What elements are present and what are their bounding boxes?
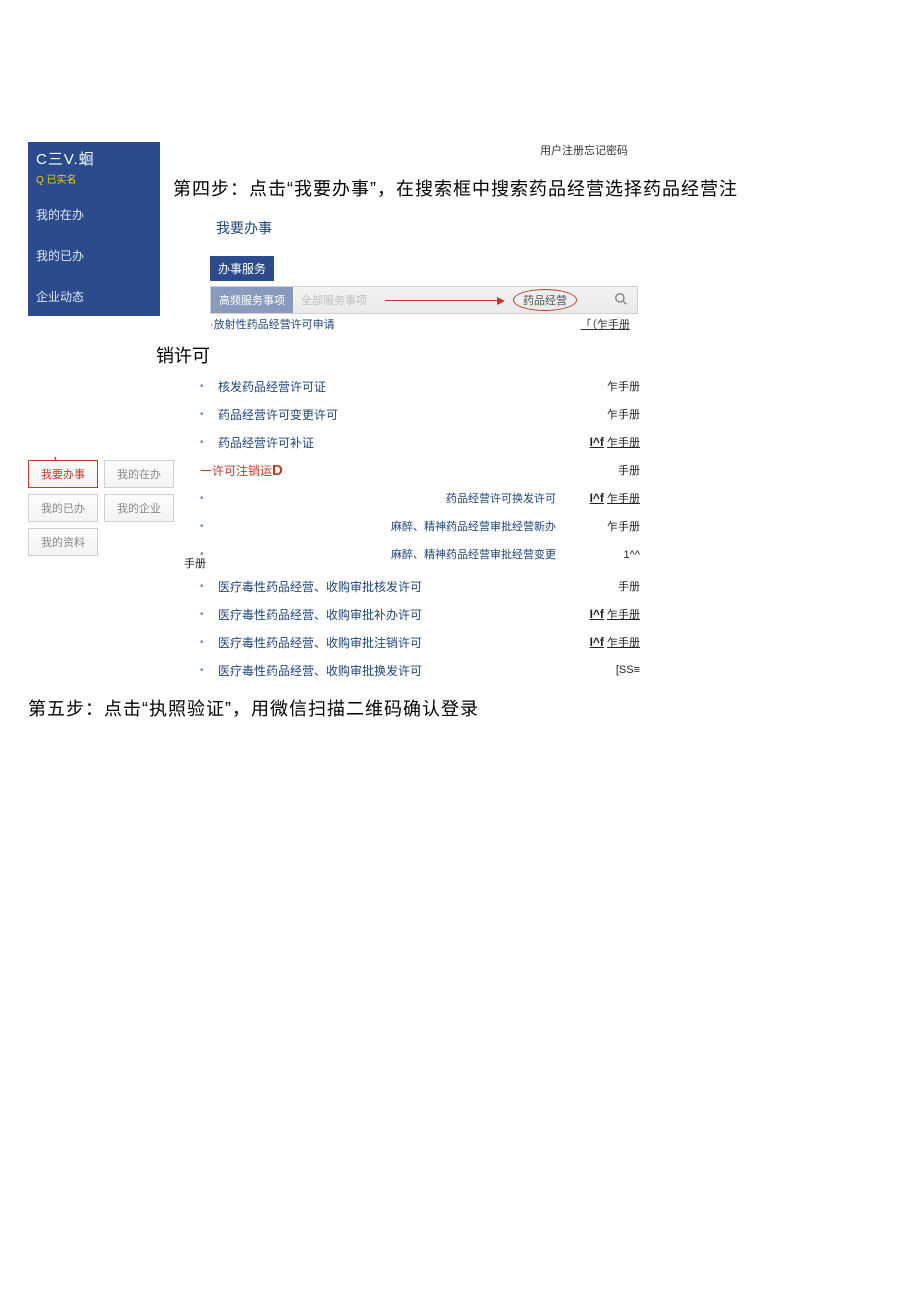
tab-woyao[interactable]: 我要办事 (28, 460, 98, 488)
service-item[interactable]: 医疗毒性药品经营、收购审批补办许可 (218, 606, 560, 623)
manual-link[interactable]: 手册 (283, 462, 640, 478)
search-icon[interactable] (605, 292, 637, 309)
bullet-icon: • (200, 381, 218, 392)
service-item[interactable]: 医疗毒性药品经营、收购审批注销许可 (218, 634, 560, 651)
i-want-service-title: 我要办事 (216, 218, 272, 238)
service-tab[interactable]: 办事服务 (210, 256, 274, 281)
all-tab[interactable]: 全部服务事项 (293, 292, 375, 308)
service-item[interactable]: 医疗毒性药品经营、收购审批换发许可 (218, 662, 560, 679)
manual-link[interactable]: I^f 乍手册 (560, 434, 640, 450)
realname-badge: Q 已实名 (28, 171, 160, 194)
service-item[interactable]: 医疗毒性药品经营、收购审批核发许可 (218, 578, 560, 595)
bullet-icon: • (200, 581, 218, 592)
manual-link[interactable]: 「（乍手册 (581, 316, 631, 332)
service-item[interactable]: 药品经营许可变更许可 (218, 406, 560, 423)
tab-yiban[interactable]: 我的已办 (28, 494, 98, 522)
bullet-icon: • (200, 609, 218, 620)
bullet-icon: • (200, 409, 218, 420)
manual-label: 手册 (184, 555, 206, 571)
manual-link[interactable]: 乍手册 (560, 378, 640, 394)
freq-tab[interactable]: 高频服务事项 (211, 287, 293, 313)
cancel-license-heading: 销许可 (156, 342, 210, 368)
radio-item-label[interactable]: ·放射性药品经营许可申请 (210, 316, 335, 332)
service-item-list: • 核发药品经营许可证 乍手册 • 药品经营许可变更许可 乍手册 • 药品经营许… (200, 372, 640, 568)
bullet-icon: • (200, 437, 218, 448)
top-links[interactable]: 用户注册忘记密码 (540, 142, 628, 158)
tab-ziliao[interactable]: 我的资料 (28, 528, 98, 556)
sidebar-brand: C三V.蛔 (28, 142, 160, 171)
manual-link[interactable]: [SS≡ (560, 664, 640, 676)
manual-link[interactable]: I^f 乍手册 (560, 606, 640, 622)
annotation-arrow (375, 300, 513, 301)
tab-zaib[interactable]: 我的在办 (104, 460, 174, 488)
sidebar: C三V.蛔 Q 已实名 我的在办 我的已办 企业动态 (28, 142, 160, 316)
search-bar: 高频服务事项 全部服务事项 药品经营 (210, 286, 638, 314)
manual-link[interactable]: 乍手册 (560, 518, 640, 534)
manual-link[interactable]: 1^^ (560, 549, 640, 561)
service-item[interactable]: 麻醉、精神药品经营审批经营新办 (391, 518, 556, 534)
service-item[interactable]: 麻醉、精神药品经营审批经营变更 (391, 546, 556, 562)
radio-sub-line: ·放射性药品经营许可申请 「（乍手册 (210, 316, 630, 332)
search-term-circled: 药品经营 (513, 289, 577, 311)
step5-instruction: 第五步：点击“执照验证”，用微信扫描二维码确认登录 (28, 695, 479, 721)
sidebar-item-dongtai[interactable]: 企业动态 (28, 276, 160, 317)
manual-link[interactable]: 乍手册 (560, 406, 640, 422)
manual-link[interactable]: 手册 (560, 578, 640, 594)
service-item[interactable]: 核发药品经营许可证 (218, 378, 560, 395)
service-item[interactable]: 药品经营许可补证 (218, 434, 560, 451)
tab-grid-screenshot: 我要办事 我的在办 我的已办 我的企业 我的资料 (28, 460, 183, 562)
service-item-list-2: • 医疗毒性药品经营、收购审批核发许可 手册 • 医疗毒性药品经营、收购审批补办… (200, 572, 640, 684)
bullet-icon: • (200, 637, 218, 648)
cancel-line: 一许可注销运D (200, 462, 283, 479)
bullet-icon: • (200, 665, 218, 676)
tab-qiye[interactable]: 我的企业 (104, 494, 174, 522)
manual-link[interactable]: I^f 乍手册 (560, 634, 640, 650)
step4-instruction: 第四步：点击“我要办事”，在搜索框中搜索药品经营选择药品经营注 (173, 175, 738, 201)
sidebar-item-zaib[interactable]: 我的在办 (28, 194, 160, 235)
sidebar-item-yiban[interactable]: 我的已办 (28, 235, 160, 276)
service-item[interactable]: 药品经营许可换发许可 (446, 490, 556, 506)
bullet-icon: • (200, 521, 218, 532)
bullet-icon: • (200, 493, 218, 504)
